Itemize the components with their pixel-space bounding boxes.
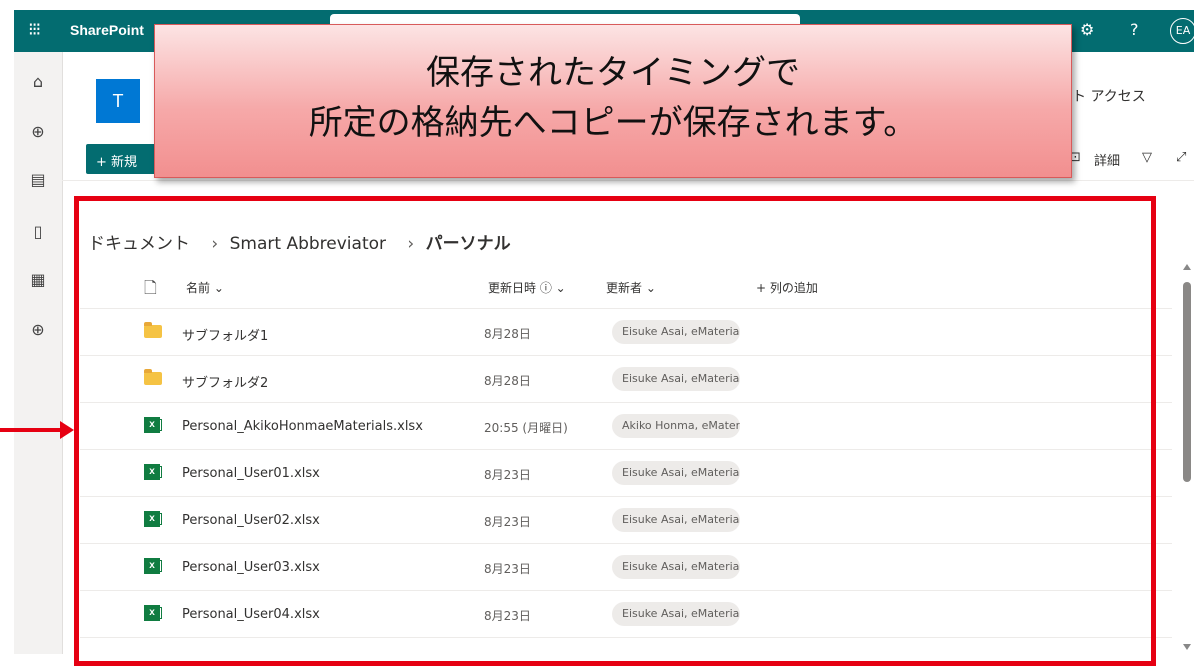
file-icon[interactable]: ▯ — [14, 222, 62, 241]
globe-icon[interactable]: ⊕ — [14, 122, 62, 141]
app-title[interactable]: SharePoint — [70, 22, 144, 38]
app-launcher-icon[interactable]: ⁝⁝⁝ — [28, 19, 41, 40]
divider — [62, 180, 1194, 181]
details-button[interactable]: 詳細 — [1094, 150, 1120, 169]
home-icon[interactable]: ⌂ — [14, 72, 62, 91]
annotation-callout: 保存されたタイミングで 所定の格納先へコピーが保存されます。 — [154, 24, 1072, 178]
expand-icon[interactable]: ⤢ — [1176, 150, 1186, 165]
filter-icon[interactable]: ▽ — [1142, 150, 1152, 165]
news-icon[interactable]: ▤ — [14, 170, 62, 189]
scrollbar[interactable] — [1180, 262, 1194, 654]
scroll-up-icon[interactable] — [1183, 264, 1191, 270]
scroll-down-icon[interactable] — [1183, 644, 1191, 650]
callout-line-2: 所定の格納先へコピーが保存されます。 — [308, 103, 918, 143]
settings-icon[interactable]: ⚙ — [1080, 20, 1094, 39]
site-logo[interactable]: T — [96, 79, 140, 123]
left-rail: ⌂ ⊕ ▤ ▯ ▦ ⊕ — [14, 52, 63, 654]
arrow-head-icon — [60, 421, 74, 439]
avatar[interactable]: EA — [1170, 18, 1194, 44]
callout-line-1: 保存されたタイミングで — [426, 53, 800, 93]
help-icon[interactable]: ? — [1130, 20, 1139, 39]
highlight-frame — [74, 196, 1156, 666]
create-icon[interactable]: ⊕ — [14, 320, 62, 339]
annotation-arrow — [0, 428, 62, 432]
lists-icon[interactable]: ▦ — [14, 270, 62, 289]
new-button-label: + 新規 — [96, 155, 138, 170]
scroll-thumb[interactable] — [1183, 282, 1191, 482]
